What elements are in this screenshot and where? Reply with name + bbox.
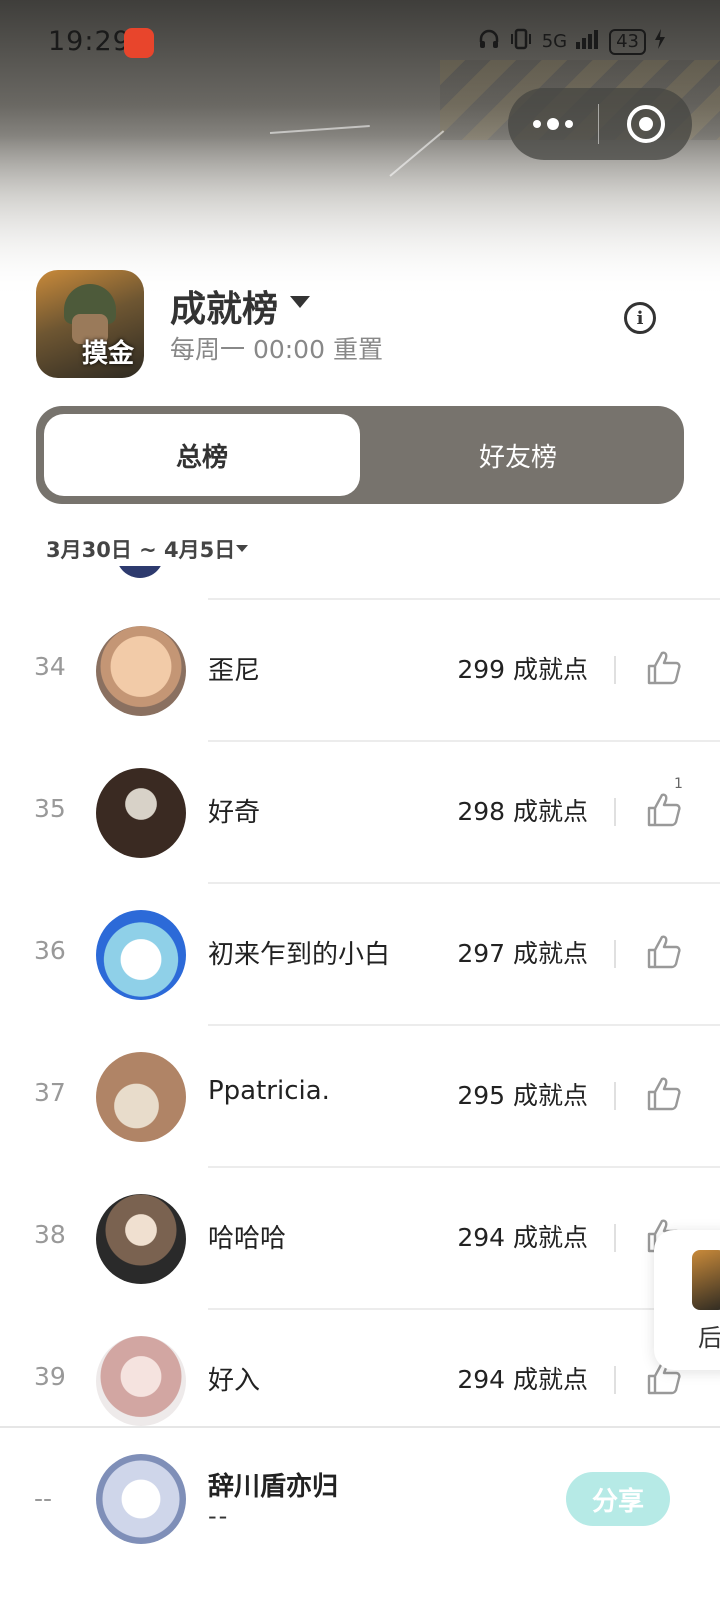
header-artwork-streak xyxy=(269,125,370,134)
notification-app-icon xyxy=(124,28,154,58)
player-name: 好入 xyxy=(208,1366,261,1396)
table-row[interactable]: 37 Ppatricia. 295 成就点 xyxy=(0,1024,720,1168)
avatar[interactable] xyxy=(96,768,186,858)
reset-schedule-text: 每周一 00:00 重置 xyxy=(170,335,383,364)
thumbs-up-icon[interactable] xyxy=(644,1074,684,1114)
divider xyxy=(614,1224,616,1252)
my-score: -- xyxy=(208,1502,230,1530)
signal-icon xyxy=(575,28,601,55)
status-icons: 5G 43 xyxy=(478,28,666,55)
floating-game-card[interactable]: 后 xyxy=(654,1230,720,1370)
my-rank: -- xyxy=(34,1484,53,1513)
divider xyxy=(614,940,616,968)
thumbs-up-icon[interactable] xyxy=(644,932,684,972)
info-icon[interactable]: i xyxy=(624,302,656,334)
achievement-points: 299 成就点 xyxy=(457,655,588,684)
achievement-points: 295 成就点 xyxy=(457,1081,588,1110)
divider xyxy=(614,1082,616,1110)
my-name: 辞川盾亦归 xyxy=(208,1472,339,1502)
achievement-points: 294 成就点 xyxy=(457,1365,588,1394)
avatar[interactable] xyxy=(96,1052,186,1142)
table-row[interactable]: 38 哈哈哈 294 成就点 xyxy=(0,1166,720,1310)
rank-number: 35 xyxy=(34,794,66,823)
share-button[interactable]: 分享 xyxy=(566,1472,670,1526)
battery-level: 43 xyxy=(609,28,646,55)
avatar[interactable] xyxy=(96,1194,186,1284)
like-count: 1 xyxy=(674,776,683,792)
rank-number: 34 xyxy=(34,652,66,681)
thumbs-up-icon[interactable] xyxy=(644,790,684,830)
achievement-points: 298 成就点 xyxy=(457,797,588,826)
status-bar: 19:29 5G 43 xyxy=(0,22,720,66)
caret-down-icon[interactable] xyxy=(236,545,248,552)
rank-number: 38 xyxy=(34,1220,66,1249)
table-row[interactable]: 34 歪尼 299 成就点 xyxy=(0,598,720,742)
achievement-points: 294 成就点 xyxy=(457,1223,588,1252)
rank-number: 37 xyxy=(34,1078,66,1107)
avatar[interactable] xyxy=(96,1336,186,1426)
divider xyxy=(614,656,616,684)
charging-icon xyxy=(654,28,666,55)
more-dots-icon xyxy=(533,120,541,128)
avatar[interactable] xyxy=(96,626,186,716)
avatar xyxy=(116,566,164,578)
headphones-icon xyxy=(478,28,500,55)
avatar[interactable] xyxy=(96,1454,186,1544)
my-rank-bar: -- 辞川盾亦归 -- 分享 xyxy=(0,1426,720,1598)
leaderboard-title[interactable]: 成就榜 xyxy=(170,280,278,332)
player-name: 哈哈哈 xyxy=(208,1224,287,1254)
achievement-points: 297 成就点 xyxy=(457,939,588,968)
table-row[interactable]: 36 初来乍到的小白 297 成就点 xyxy=(0,882,720,1026)
avatar[interactable] xyxy=(96,910,186,1000)
game-thumbnail xyxy=(692,1250,720,1310)
table-row[interactable]: 35 好奇 298 成就点 1 xyxy=(0,740,720,884)
divider xyxy=(614,1366,616,1394)
caret-down-icon[interactable] xyxy=(290,296,310,308)
tab-friends[interactable]: 好友榜 xyxy=(360,414,676,496)
date-range-selector[interactable]: 3月30日 ~ 4月5日 xyxy=(46,534,235,564)
more-options-button[interactable] xyxy=(508,88,598,160)
ranking-list[interactable]: 34 歪尼 299 成就点 35 好奇 298 成就点 1 36 初来乍到的小白… xyxy=(0,566,720,1458)
status-time: 19:29 xyxy=(48,26,131,57)
rank-number: 36 xyxy=(34,936,66,965)
rank-number: 39 xyxy=(34,1362,66,1391)
player-name: Ppatricia. xyxy=(208,1076,330,1106)
network-type: 5G xyxy=(541,31,568,52)
thumbs-up-icon[interactable] xyxy=(644,648,684,688)
floating-card-label: 后 xyxy=(698,1324,720,1352)
game-logo-text: 摸金 xyxy=(81,339,134,369)
vibrate-icon xyxy=(508,28,534,55)
player-name: 好奇 xyxy=(208,798,261,828)
player-name: 初来乍到的小白 xyxy=(208,940,391,970)
more-dots-icon xyxy=(547,118,559,130)
target-close-icon xyxy=(626,105,665,143)
divider xyxy=(614,798,616,826)
player-name: 歪尼 xyxy=(208,656,261,686)
tab-overall[interactable]: 总榜 xyxy=(44,414,360,496)
game-logo: 摸金 xyxy=(36,270,144,378)
close-mini-program-button[interactable] xyxy=(599,88,692,160)
leaderboard-tabs: 总榜 好友榜 xyxy=(36,406,684,504)
more-dots-icon xyxy=(565,120,573,128)
mini-program-capsule xyxy=(508,88,692,160)
header-artwork-streak xyxy=(389,130,445,177)
